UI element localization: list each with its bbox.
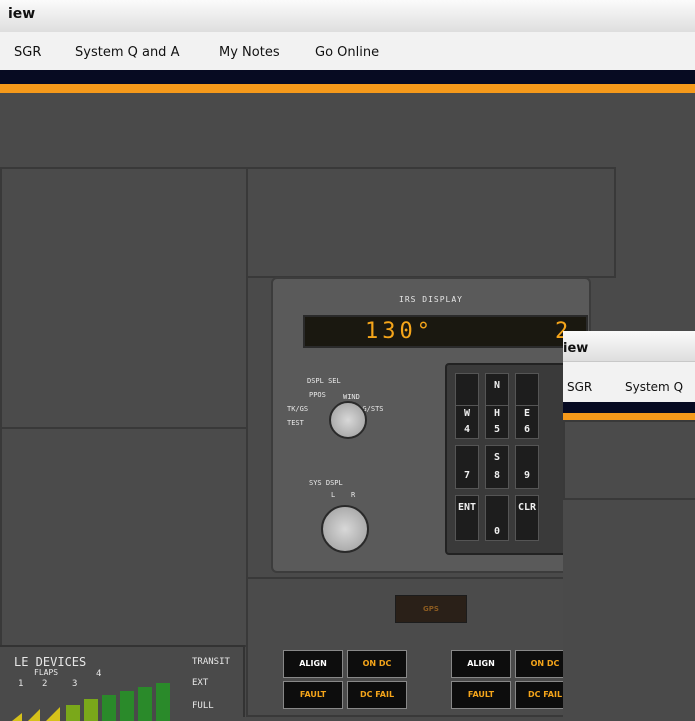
le-devices-indicator-lights [12,683,170,721]
dspl-sel-label: DSPL SEL [307,377,341,385]
menu-item-system-q-and-a[interactable]: System Q and A [75,45,179,60]
sys-dspl-knob[interactable] [321,505,369,553]
key-0[interactable]: 0 [485,495,509,541]
align-light-left: ALIGN [283,650,343,678]
key-s-8[interactable]: S8 [485,445,509,489]
key-w-4[interactable]: W4 [455,405,479,439]
overlay-accent-stripe [563,413,695,420]
overlay-navy-band [563,402,695,413]
sys-dspl-r: R [351,491,356,499]
dspl-sel-knob[interactable] [329,401,367,439]
dspl-sel-test: TEST [287,419,304,427]
key-9[interactable]: 9 [515,445,539,489]
irs-display-title: IRS DISPLAY [399,295,463,304]
irs-display-panel: IRS DISPLAY 130° 2 DSPL SEL PPOS WIND TK… [271,277,595,573]
window-title: iew [8,6,36,22]
menu-bar: SGR System Q and A My Notes Go Online [0,32,695,71]
le-devices-panel: LE DEVICES FLAPS 1 2 3 4 TRANSIT EXT FUL… [0,645,245,721]
panel-upper-right [246,167,616,278]
sys-dspl-l: L [331,491,336,499]
menu-item-sgr[interactable]: SGR [14,45,41,60]
overlay-window-title: iew [563,341,589,356]
overlay-panel-upper [563,420,695,500]
align-light-right: ALIGN [451,650,511,678]
overlay-titlebar: iew [563,331,695,362]
overlay-menu-item-system-q[interactable]: System Q [625,380,683,394]
panel-upper-left [0,167,248,429]
key-7[interactable]: 7 [455,445,479,489]
dspl-sel-wind: WIND [343,393,360,401]
transit-label: TRANSIT [192,657,230,667]
window-titlebar: iew [0,0,695,33]
ext-label: EXT [192,678,209,688]
dc-fail-light-left: DC FAIL [347,681,407,709]
panel-lower-left [0,427,248,647]
le-devices-title: LE DEVICES [14,655,87,669]
key-clr[interactable]: CLR [515,495,539,541]
sys-dspl-label: SYS DSPL [309,479,343,487]
fault-light-left: FAULT [283,681,343,709]
overlay-menu-item-sgr[interactable]: SGR [567,380,592,394]
menu-item-my-notes[interactable]: My Notes [219,45,280,60]
header-navy-band [0,70,695,84]
flap-num-4: 4 [96,669,102,679]
fault-light-right: FAULT [451,681,511,709]
header-accent-stripe [0,84,695,93]
on-dc-light-left: ON DC [347,650,407,678]
irs-readout: 130° 2 [303,315,588,348]
gps-annunciator: GPS [395,595,467,623]
full-label: FULL [192,701,214,711]
menu-item-go-online[interactable]: Go Online [315,45,379,60]
flaps-label: FLAPS [34,668,59,677]
key-ent[interactable]: ENT [455,495,479,541]
overlay-menu-bar: SGR System Q [563,362,695,402]
overlapping-window[interactable]: iew SGR System Q [563,331,695,717]
irs-readout-left-value: 130° [365,319,434,344]
key-h-5[interactable]: H5 [485,405,509,439]
key-e-6[interactable]: E6 [515,405,539,439]
dspl-sel-ppos: PPOS [309,391,326,399]
dspl-sel-tkgs: TK/GS [287,405,309,413]
